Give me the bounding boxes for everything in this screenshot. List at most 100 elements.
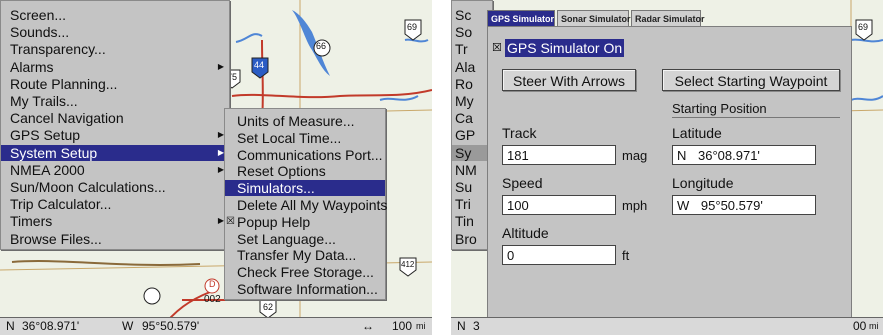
status-bar-right: N 3 00 mi xyxy=(451,317,883,335)
submenu-item-label: Software Information... xyxy=(237,281,378,297)
submenu-item-label: Simulators... xyxy=(237,180,315,197)
submenu-item-label: Transfer My Data... xyxy=(237,247,357,264)
track-unit: mag xyxy=(622,148,648,163)
main-menu-item-label: Browse Files... xyxy=(10,230,102,247)
submenu-arrow-icon: ▶ xyxy=(217,61,224,71)
latitude-readout: 36°08.971' xyxy=(22,319,80,333)
route-shield-66: 66 xyxy=(316,41,327,51)
submenu-item[interactable]: Software Information... xyxy=(225,281,385,297)
altitude-label: Altitude xyxy=(502,225,549,241)
submenu-item[interactable]: ☒ Popup Help xyxy=(225,214,385,230)
route-shield-69: 69 xyxy=(407,22,418,32)
steer-with-arrows-button[interactable]: Steer With Arrows xyxy=(502,69,636,91)
submenu-item[interactable]: Communications Port... xyxy=(225,147,385,163)
zoom-unit: mi xyxy=(416,321,426,331)
main-menu-item[interactable]: Trip Calculator... xyxy=(1,196,229,212)
background-menu-item: Ca xyxy=(455,110,473,127)
submenu-item[interactable]: Simulators... xyxy=(225,180,385,197)
lat-hemisphere: N xyxy=(6,319,15,333)
status-bar: N 36°08.971' W 95°50.579' ↔ 100 mi xyxy=(0,317,432,335)
lat-hemisphere-right: N xyxy=(457,319,466,333)
track-field[interactable]: 181 xyxy=(502,145,616,165)
submenu-item[interactable]: Delete All My Waypoints xyxy=(225,197,388,213)
altitude-field[interactable]: 0 xyxy=(502,245,616,265)
tab-gps-simulator[interactable]: GPS Simulator xyxy=(487,10,555,26)
latitude-field[interactable]: N 36°08.971' xyxy=(672,145,816,165)
lon-hemisphere: W xyxy=(122,319,134,333)
background-menu-item: Ro xyxy=(455,75,473,92)
main-menu-item[interactable]: Browse Files... xyxy=(1,231,229,247)
pan-arrow-icon: ↔ xyxy=(362,319,374,333)
background-menu-item: Sc xyxy=(455,7,472,23)
main-menu-item[interactable]: My Trails... xyxy=(1,93,229,109)
submenu-item[interactable]: Transfer My Data... xyxy=(225,247,385,263)
submenu-item-label: Set Local Time... xyxy=(237,129,342,146)
interstate-shield-44: 44 xyxy=(254,60,265,70)
submenu-item-label: Reset Options xyxy=(237,163,326,180)
map-label-002: 002 xyxy=(204,294,221,305)
main-menu-item[interactable]: Cancel Navigation xyxy=(1,110,229,126)
submenu-item-label: Delete All My Waypoints xyxy=(237,197,388,213)
gps-simulator-dialog: ☒ GPS Simulator On Steer With Arrows Sel… xyxy=(487,26,852,328)
main-menu-item[interactable]: Alarms ▶ xyxy=(1,59,229,75)
submenu-item-label: Set Language... xyxy=(237,230,336,247)
longitude-label: Longitude xyxy=(672,175,734,191)
main-menu-item-label: Transparency... xyxy=(10,41,106,58)
submenu-item-label: Check Free Storage... xyxy=(237,264,374,281)
main-menu-item-label: GPS Setup xyxy=(10,127,81,144)
main-menu-item[interactable]: GPS Setup ▶ xyxy=(1,127,229,143)
altitude-unit: ft xyxy=(622,248,630,263)
main-menu-item[interactable]: Route Planning... xyxy=(1,76,229,92)
longitude-readout: 95°50.579' xyxy=(142,319,200,333)
route-shield-d: D xyxy=(209,279,216,289)
submenu-item[interactable]: Set Language... xyxy=(225,231,385,247)
main-menu: Screen... Sounds... Transparency... Alarms ▶… xyxy=(0,0,230,250)
background-menu-item: GP xyxy=(455,127,476,144)
gps-simulator-on-label: GPS Simulator On xyxy=(505,39,625,57)
latitude-label: Latitude xyxy=(672,125,722,141)
system-setup-submenu: Units of Measure... Set Local Time... Comm… xyxy=(224,108,388,300)
background-menu-item: Tr xyxy=(455,41,468,58)
tab-radar-simulator[interactable]: Radar Simulator xyxy=(631,10,705,26)
main-menu-item-label: Route Planning... xyxy=(10,75,118,92)
main-menu-item-label: Trip Calculator... xyxy=(10,196,112,213)
right-screenshot: 69 Sc So Tr Ala Ro My Ca GP Sy NM Su Tri Tin Bro GPS … xyxy=(451,0,883,335)
speed-field[interactable]: 100 xyxy=(502,195,616,215)
select-starting-waypoint-button[interactable]: Select Starting Waypoint xyxy=(662,69,840,91)
submenu-item[interactable]: Check Free Storage... xyxy=(225,264,385,280)
main-menu-item[interactable]: Transparency... xyxy=(1,41,229,57)
background-menu-item: Tri xyxy=(455,196,471,213)
main-menu-item-label: My Trails... xyxy=(10,93,78,109)
main-menu-item-label: Sounds... xyxy=(10,24,70,41)
left-screenshot: 66 44 69 75 412 62 D 002 Screen... Sounds… xyxy=(0,0,432,335)
latitude-value: 36°08.971' xyxy=(698,148,760,163)
submenu-item-label: Popup Help xyxy=(237,213,311,230)
route-shield-62: 62 xyxy=(263,302,274,312)
zoom-level: 100 xyxy=(392,319,413,333)
submenu-item[interactable]: Units of Measure... xyxy=(225,113,385,129)
main-menu-item-label: NMEA 2000 xyxy=(10,161,85,178)
background-menu-item: Sy xyxy=(452,144,492,161)
background-menu-item: NM xyxy=(455,161,477,178)
submenu-item-label: Communications Port... xyxy=(237,146,383,163)
longitude-field[interactable]: W 95°50.579' xyxy=(672,195,816,215)
speed-label: Speed xyxy=(502,175,543,191)
background-menu-item: So xyxy=(455,24,473,41)
submenu-item[interactable]: Set Local Time... xyxy=(225,130,385,146)
main-menu-item[interactable]: Sun/Moon Calculations... xyxy=(1,179,229,195)
main-menu-item[interactable]: System Setup ▶ xyxy=(1,144,229,161)
main-menu-item[interactable]: Sounds... xyxy=(1,24,229,40)
submenu-item[interactable]: Reset Options xyxy=(225,163,385,179)
main-menu-item[interactable]: Screen... xyxy=(1,7,229,23)
main-menu-item[interactable]: Timers ▶ xyxy=(1,213,229,229)
speed-unit: mph xyxy=(622,198,648,213)
background-menu-item: Tin xyxy=(455,213,474,230)
main-menu-item-label: Alarms xyxy=(10,58,54,75)
main-menu-item-label: Cancel Navigation xyxy=(10,110,124,127)
tab-sonar-simulator[interactable]: Sonar Simulator xyxy=(557,10,631,26)
latitude-fragment: 3 xyxy=(473,319,480,333)
route-shield-412: 412 xyxy=(401,260,415,269)
main-menu-item-label: Sun/Moon Calculations... xyxy=(10,179,166,195)
main-menu-item[interactable]: NMEA 2000 ▶ xyxy=(1,162,229,178)
main-menu-item-label: System Setup xyxy=(10,144,98,161)
